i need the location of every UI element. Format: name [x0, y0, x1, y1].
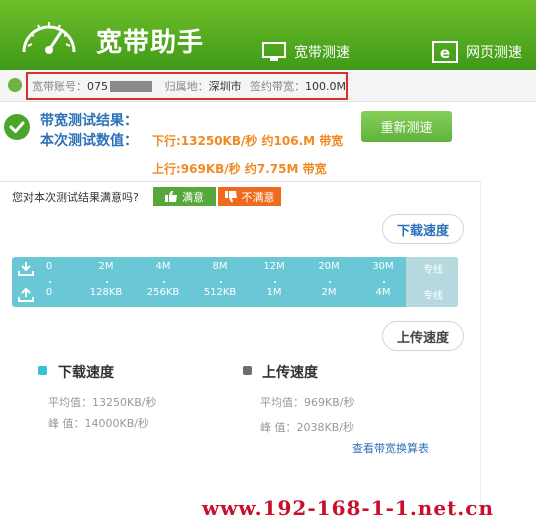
upload-legend-label: 上传速度: [262, 365, 318, 381]
scale-tick: 8M: [212, 261, 228, 272]
scale-tick: 256KB: [146, 287, 180, 298]
bandwidth-conversion-link[interactable]: 查看带宽换算表: [352, 440, 429, 456]
app-title: 宽带助手: [96, 28, 205, 58]
retest-button[interactable]: 重新测速: [361, 111, 452, 142]
monitor-icon: [262, 42, 286, 61]
tab-download-speed[interactable]: 下载速度: [382, 214, 464, 244]
account-info: 宽带账号： 075 归属地： 深圳市 签约带宽： 100.0M: [26, 72, 348, 100]
account-label: 宽带账号：: [32, 80, 87, 93]
download-peak: 峰 值：14000KB/秒: [48, 417, 149, 430]
download-legend-swatch: [38, 366, 47, 375]
scale-tick: 30M: [372, 261, 394, 272]
upload-result: 上行:969KB/秒 约7.75M 带宽: [152, 162, 327, 176]
scale-tick: 2M: [98, 261, 114, 272]
divider: [480, 182, 481, 512]
unsatisfied-button[interactable]: 不满意: [218, 187, 281, 206]
bandwidth-label: 签约带宽：: [250, 80, 306, 93]
bandwidth-value: 100.0M: [305, 79, 347, 93]
scale-tick: 1M: [266, 287, 282, 298]
account-value: 075: [87, 79, 108, 93]
upload-scale: 0 128KB 256KB 512KB 1M 2M 4M 专线: [12, 287, 458, 305]
region-label: 归属地：: [164, 80, 209, 93]
upload-peak: 峰 值：2038KB/秒: [260, 421, 354, 434]
nav-web-test[interactable]: e 网页测速: [432, 38, 522, 66]
satisfied-label: 满意: [182, 190, 204, 204]
scale-tick: 12M: [263, 261, 285, 272]
scale-tick: 512KB: [203, 287, 237, 298]
scale-tick: 20M: [318, 261, 340, 272]
scale-tick: 0: [45, 261, 53, 272]
scale-tick: 128KB: [89, 287, 123, 298]
upload-legend-swatch: [243, 366, 252, 375]
scale-tick-marks: [42, 280, 412, 284]
nav-web-label: 网页测速: [466, 45, 522, 61]
scale-tick: 专线: [423, 291, 443, 302]
check-icon: [4, 114, 30, 140]
result-title: 带宽测试结果：: [40, 113, 138, 129]
speedometer-icon: [22, 22, 76, 54]
satisfaction-question: 您对本次测试结果满意吗?: [12, 191, 139, 204]
app-header: 宽带助手 宽带测速 e 网页测速: [0, 0, 536, 70]
scale-tick: 专线: [423, 265, 443, 276]
region-value: 深圳市: [208, 80, 242, 93]
browser-e-icon: e: [432, 41, 458, 63]
divider: [0, 181, 480, 182]
nav-bandwidth-test[interactable]: 宽带测速: [262, 38, 350, 66]
result-subtitle: 本次测试数值：: [40, 133, 138, 149]
scale-tick: 4M: [375, 287, 391, 298]
nav-bandwidth-label: 宽带测速: [294, 45, 350, 61]
upload-average: 平均值：969KB/秒: [260, 396, 355, 409]
user-icon: [8, 78, 22, 92]
account-bar: 宽带账号： 075 归属地： 深圳市 签约带宽： 100.0M: [0, 70, 536, 102]
speed-scale-bar: 0 2M 4M 8M 12M 20M 30M 专线 0 128KB 256KB …: [12, 257, 458, 307]
redacted-block: [110, 80, 153, 92]
download-result: 下行:13250KB/秒 约106.M 带宽: [152, 134, 344, 148]
scale-tick: 4M: [155, 261, 171, 272]
thumbs-up-icon: [165, 191, 177, 202]
tab-upload-speed[interactable]: 上传速度: [382, 321, 464, 351]
download-scale: 0 2M 4M 8M 12M 20M 30M 专线: [12, 261, 458, 279]
download-average: 平均值：13250KB/秒: [48, 396, 157, 409]
scale-tick: 2M: [321, 287, 337, 298]
watermark-text: www.192-168-1-1.net.cn: [202, 496, 494, 520]
thumbs-down-icon: [224, 191, 237, 202]
scale-tick: 0: [45, 287, 53, 298]
download-legend-label: 下载速度: [58, 365, 114, 381]
unsatisfied-label: 不满意: [241, 190, 275, 204]
satisfied-button[interactable]: 满意: [153, 187, 216, 206]
svg-text:e: e: [440, 44, 450, 62]
